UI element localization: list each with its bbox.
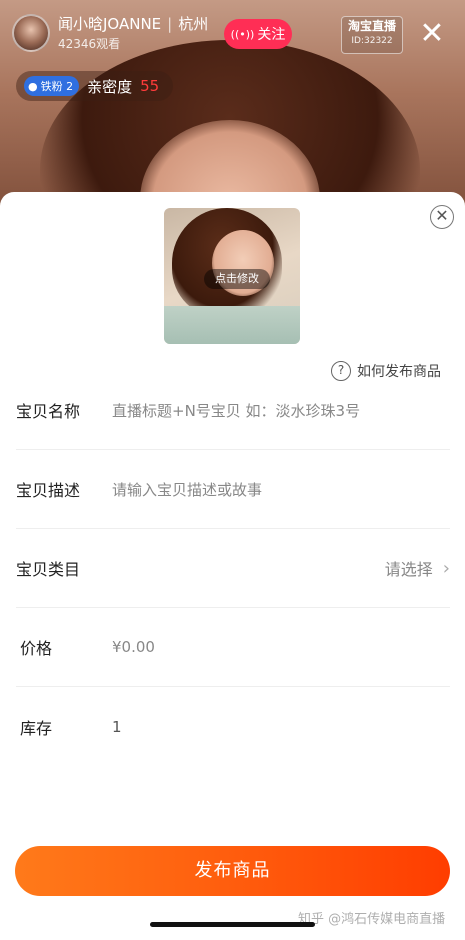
anchor-city: 杭州 xyxy=(178,14,209,33)
anchor-name-row: 闻小晗JOANNE | 杭州 xyxy=(58,15,208,33)
field-label-name: 宝贝名称 xyxy=(16,402,81,421)
anchor-info: 闻小晗JOANNE | 杭州 42346观看 xyxy=(58,15,208,52)
close-icon[interactable]: ✕ xyxy=(415,18,449,52)
live-top-bar: 闻小晗JOANNE | 杭州 42346观看 ((•)) 关注 淘宝直播 ID:… xyxy=(0,0,465,101)
home-indicator[interactable] xyxy=(150,922,315,927)
follow-button[interactable]: ((•)) 关注 xyxy=(224,19,292,49)
viewer-count: 42346观看 xyxy=(58,36,121,51)
platform-badge: 淘宝直播 ID:32322 xyxy=(341,16,403,54)
price-input[interactable]: ¥0.00 xyxy=(112,638,450,656)
watermark: 知乎 @鸿石传媒电商直播 xyxy=(298,912,446,927)
field-label-stock: 库存 xyxy=(20,718,53,738)
field-label-description: 宝贝描述 xyxy=(16,481,81,500)
category-select[interactable]: 请选择 › xyxy=(385,556,450,580)
field-row-name[interactable]: 宝贝名称 直播标题+N号宝贝 如：淡水珍珠3号 xyxy=(16,371,450,450)
field-row-description[interactable]: 宝贝描述 请输入宝贝描述或故事 xyxy=(16,450,450,529)
anchor-info-pill[interactable]: 闻小晗JOANNE | 杭州 42346观看 xyxy=(12,12,208,54)
fan-shield-icon: ● xyxy=(28,79,38,93)
intimacy-label: 亲密度 xyxy=(87,77,133,96)
stock-input[interactable]: 1 xyxy=(112,718,450,736)
chevron-right-icon: › xyxy=(442,557,450,579)
cover-clothing xyxy=(164,306,300,344)
name-input[interactable]: 直播标题+N号宝贝 如：淡水珍珠3号 xyxy=(112,400,450,421)
field-row-price[interactable]: 价格 ¥0.00 xyxy=(16,608,450,687)
anchor-separator: | xyxy=(167,14,173,33)
anchor-avatar[interactable] xyxy=(12,14,50,52)
field-row-stock[interactable]: 库存 1 xyxy=(16,687,450,766)
follow-label: 关注 xyxy=(257,27,286,43)
field-row-category[interactable]: 宝贝类目 请选择 › xyxy=(16,529,450,608)
publish-button[interactable]: 发布商品 xyxy=(15,846,450,896)
fan-badge: ● 铁粉 2 xyxy=(24,76,80,96)
intimacy-value: 55 xyxy=(140,77,160,95)
live-signal-icon: ((•)) xyxy=(230,27,255,41)
close-circle-icon[interactable]: ✕ xyxy=(430,205,454,229)
platform-badge-title: 淘宝直播 xyxy=(347,19,396,33)
description-input[interactable]: 请输入宝贝描述或故事 xyxy=(112,479,450,500)
cover-edit-label[interactable]: 点击修改 xyxy=(204,269,270,289)
fan-intimacy-row[interactable]: ● 铁粉 2 亲密度 55 xyxy=(16,71,174,101)
category-select-label: 请选择 xyxy=(384,560,433,579)
field-label-price: 价格 xyxy=(20,639,53,658)
field-label-category: 宝贝类目 xyxy=(16,560,81,579)
publish-product-sheet: ✕ 点击修改 ? 如何发布商品 宝贝名称 直播标题+N号宝贝 如：淡水珍珠3号 … xyxy=(0,192,465,940)
fan-badge-label: 铁粉 2 xyxy=(40,80,74,93)
product-cover-image[interactable]: 点击修改 xyxy=(164,208,300,344)
platform-badge-id: ID:32322 xyxy=(351,36,393,46)
anchor-name: 闻小晗JOANNE xyxy=(58,14,162,33)
